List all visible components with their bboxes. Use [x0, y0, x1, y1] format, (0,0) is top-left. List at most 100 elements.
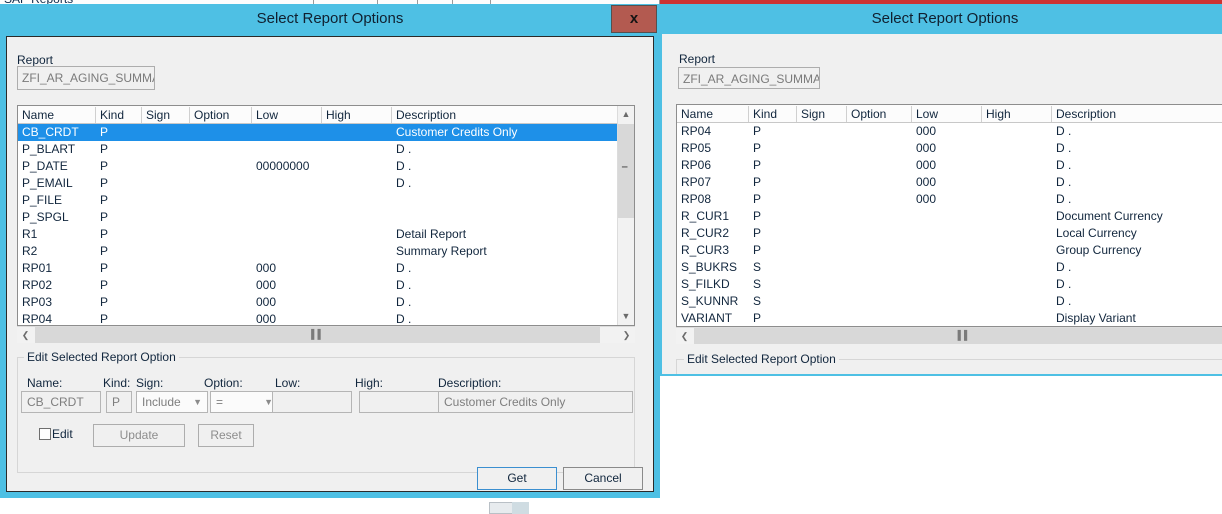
update-button[interactable]: Update [93, 424, 185, 447]
edit-kind-input[interactable]: P [106, 391, 132, 413]
table-row[interactable]: R2 P Summary Report [18, 243, 617, 260]
table-row[interactable]: R1 P Detail Report [18, 226, 617, 243]
left-options-grid[interactable]: Name Kind Sign Option Low High Descripti… [17, 105, 635, 326]
cell-low [916, 293, 982, 310]
close-icon[interactable]: x [611, 5, 657, 33]
cell-high [326, 294, 392, 311]
left-edit-group-title: Edit Selected Report Option [24, 350, 179, 364]
left-edit-groupbox [17, 357, 635, 473]
cell-option [851, 208, 912, 225]
left-vscroll-up-arrow[interactable]: ▲ [618, 106, 634, 123]
edit-sign-value: Include [142, 395, 181, 409]
cell-option [194, 192, 252, 209]
cell-sign [801, 174, 847, 191]
cell-name: RP02 [22, 278, 53, 292]
edit-high-input[interactable] [359, 391, 439, 413]
left-vscroll-thumb[interactable]: ━ [618, 124, 634, 218]
left-hscroll-right-arrow[interactable]: ❯ [618, 327, 635, 343]
cell-option [194, 277, 252, 294]
right-hscroll-thumb[interactable]: ▌▌ [694, 328, 1222, 344]
cell-name: RP03 [22, 295, 53, 309]
cell-name: RP07 [681, 175, 712, 189]
table-row[interactable]: RP01 P 000 D . [18, 260, 617, 277]
table-row[interactable]: RP08 P 000 D . [677, 191, 1222, 208]
get-button[interactable]: Get [477, 467, 557, 490]
table-row[interactable]: VARIANT P Display Variant [677, 310, 1222, 326]
right-col-sign[interactable]: Sign [797, 105, 847, 123]
table-row[interactable]: S_FILKD S D . [677, 276, 1222, 293]
right-window-title: Select Report Options [871, 10, 1019, 27]
right-col-kind[interactable]: Kind [749, 105, 797, 123]
table-row[interactable]: RP07 P 000 D . [677, 174, 1222, 191]
edit-option-value: = [216, 395, 224, 409]
cell-sign [146, 158, 190, 175]
left-col-option[interactable]: Option [190, 106, 252, 124]
table-row[interactable]: RP02 P 000 D . [18, 277, 617, 294]
left-col-high[interactable]: High [322, 106, 392, 124]
table-row[interactable]: CB_CRDT P Customer Credits Only [18, 124, 617, 141]
edit-checkbox[interactable]: Edit [39, 427, 73, 441]
right-col-description[interactable]: Description [1052, 105, 1222, 123]
left-report-label: Report [17, 53, 54, 67]
right-col-name[interactable]: Name [677, 105, 749, 123]
right-hscrollbar[interactable]: ❮ ▌▌ [676, 327, 1222, 344]
right-col-option[interactable]: Option [847, 105, 912, 123]
right-col-high[interactable]: High [982, 105, 1052, 123]
cell-kind: P [100, 295, 109, 309]
table-row[interactable]: P_SPGL P [18, 209, 617, 226]
table-row[interactable]: RP06 P 000 D . [677, 157, 1222, 174]
cell-name: RP04 [22, 312, 53, 326]
table-row[interactable]: P_EMAIL P D . [18, 175, 617, 192]
cancel-button[interactable]: Cancel [563, 467, 643, 490]
left-col-kind[interactable]: Kind [96, 106, 142, 124]
left-col-name[interactable]: Name [18, 106, 96, 124]
left-hscroll-left-arrow[interactable]: ❮ [17, 327, 34, 343]
table-row[interactable]: P_DATE P 00000000 D . [18, 158, 617, 175]
cell-description: D . [1056, 175, 1072, 189]
left-hscrollbar[interactable]: ❮ ▌▌ ❯ [17, 326, 635, 343]
cell-sign [801, 259, 847, 276]
cell-low [916, 276, 982, 293]
table-row[interactable]: P_BLART P D . [18, 141, 617, 158]
right-col-low[interactable]: Low [912, 105, 982, 123]
cell-kind: P [100, 210, 109, 224]
table-row[interactable]: S_KUNNR S D . [677, 293, 1222, 310]
left-vscroll-down-arrow[interactable]: ▼ [618, 308, 634, 325]
table-row[interactable]: RP05 P 000 D . [677, 140, 1222, 157]
right-report-field[interactable]: ZFI_AR_AGING_SUMMARY [678, 67, 820, 89]
edit-option-select[interactable]: = ▼ [210, 391, 279, 413]
cell-low: 000 [916, 158, 937, 172]
left-col-description[interactable]: Description [392, 106, 612, 124]
left-report-field[interactable]: ZFI_AR_AGING_SUMMARY [17, 66, 155, 90]
cell-option [851, 174, 912, 191]
left-hscroll-thumb[interactable]: ▌▌ [35, 327, 600, 343]
right-hscroll-left-arrow[interactable]: ❮ [676, 328, 693, 344]
right-options-grid[interactable]: Name Kind Sign Option Low High Descripti… [676, 104, 1222, 327]
cell-high [986, 242, 1052, 259]
table-row[interactable]: RP03 P 000 D . [18, 294, 617, 311]
reset-button[interactable]: Reset [198, 424, 254, 447]
cell-sign [801, 140, 847, 157]
table-row[interactable]: R_CUR1 P Document Currency [677, 208, 1222, 225]
left-col-sign[interactable]: Sign [142, 106, 190, 124]
edit-name-input[interactable]: CB_CRDT [21, 391, 101, 413]
left-vscrollbar[interactable]: ▲ ━ ▼ [617, 106, 634, 325]
cell-high [986, 276, 1052, 293]
edit-low-input[interactable] [272, 391, 352, 413]
table-row[interactable]: S_BUKRS S D . [677, 259, 1222, 276]
edit-sign-select[interactable]: Include ▼ [136, 391, 208, 413]
edit-kind-label: Kind: [103, 376, 131, 390]
table-row[interactable]: P_FILE P [18, 192, 617, 209]
cell-high [986, 293, 1052, 310]
taskbar-artifact-highlight [512, 502, 529, 514]
table-row[interactable]: R_CUR2 P Local Currency [677, 225, 1222, 242]
cell-low: 000 [256, 295, 277, 309]
cell-name: VARIANT [681, 311, 733, 325]
left-col-low[interactable]: Low [252, 106, 322, 124]
table-row[interactable]: RP04 P 000 D . [18, 311, 617, 326]
cell-kind: P [753, 158, 762, 172]
table-row[interactable]: RP04 P 000 D . [677, 123, 1222, 140]
edit-description-input[interactable]: Customer Credits Only [438, 391, 633, 413]
table-row[interactable]: R_CUR3 P Group Currency [677, 242, 1222, 259]
checkbox-icon[interactable] [39, 428, 51, 440]
